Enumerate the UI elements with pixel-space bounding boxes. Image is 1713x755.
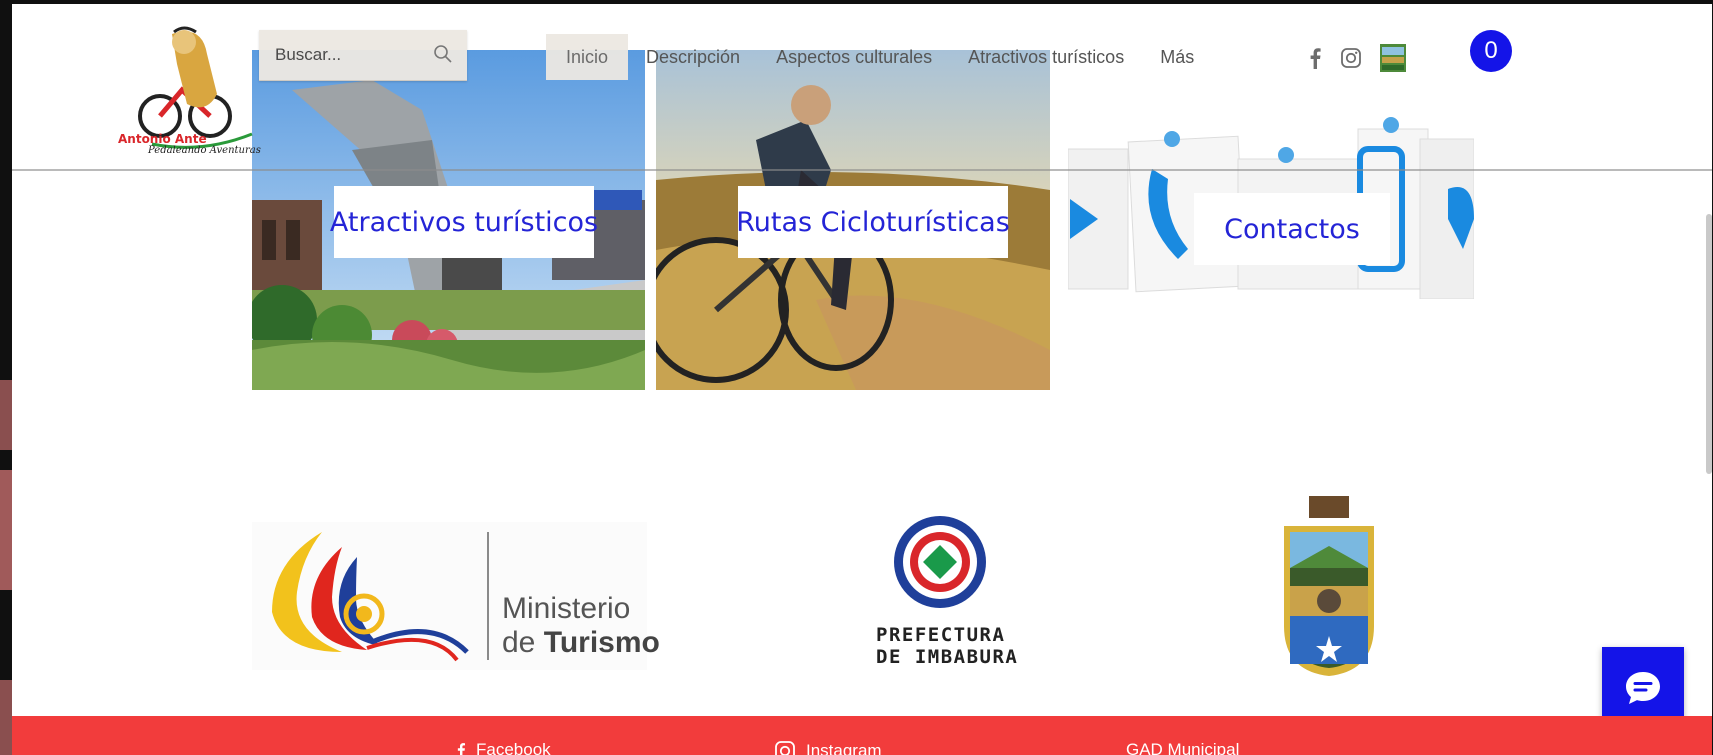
footer-link-gad-municipal[interactable]: GAD Municipal — [1126, 740, 1239, 755]
footer-link-facebook[interactable]: Facebook — [456, 740, 551, 755]
instagram-icon[interactable] — [1340, 47, 1362, 69]
ministerio-line2-bold: Turismo — [543, 626, 660, 659]
logo-tagline: Pedaleando Aventuras — [148, 145, 261, 156]
search-icon[interactable] — [433, 44, 453, 64]
prefectura-imbabura-logo[interactable]: PREFECTURA DE IMBABURA — [860, 512, 1020, 668]
footer-link-label: GAD Municipal — [1126, 740, 1240, 755]
cart-count-badge[interactable]: 0 — [1470, 30, 1512, 72]
header-divider — [12, 169, 1712, 171]
ministerio-line2-prefix: de — [502, 626, 536, 659]
main-navigation: Inicio Descripción Aspectos culturales A… — [546, 34, 1212, 80]
search-box[interactable] — [259, 30, 467, 81]
ministerio-turismo-logo[interactable]: Ministerio de Turismo — [252, 522, 660, 670]
facebook-icon[interactable] — [1308, 47, 1322, 69]
background-edge — [0, 470, 12, 590]
ministerio-line2: de Turismo — [502, 626, 660, 660]
nav-item-descripcion[interactable]: Descripción — [628, 34, 758, 80]
prefectura-line1: PREFECTURA — [876, 624, 1006, 646]
nav-item-aspectos-culturales[interactable]: Aspectos culturales — [758, 34, 950, 80]
card-atractivos-turisticos[interactable]: Atractivos turísticos — [252, 50, 645, 390]
nav-item-atractivos-turisticos[interactable]: Atractivos turísticos — [950, 34, 1142, 80]
logo-title: Antonio Ante — [118, 132, 207, 146]
card-label[interactable]: Contactos — [1194, 193, 1390, 265]
facebook-icon — [457, 743, 465, 755]
card-label[interactable]: Rutas Cicloturísticas — [736, 186, 1010, 258]
browser-page: Atractivos turísticos Rutas Cicloturísti… — [12, 4, 1712, 755]
footer: Facebook Instagram GAD Municipal — [12, 716, 1712, 755]
nav-item-mas[interactable]: Más — [1142, 34, 1212, 80]
footer-link-instagram[interactable]: Instagram — [774, 740, 882, 755]
footer-link-label: Facebook — [476, 740, 551, 755]
coat-of-arms-icon — [1284, 496, 1374, 676]
instagram-icon — [775, 741, 795, 755]
footer-link-label: Instagram — [806, 741, 882, 755]
social-bar — [1308, 44, 1406, 72]
chat-bubble-icon — [1626, 672, 1660, 704]
card-rutas-cicloturisticas[interactable]: Rutas Cicloturísticas — [656, 50, 1050, 390]
search-input[interactable] — [273, 44, 427, 66]
card-contactos[interactable]: Contactos — [1068, 109, 1474, 299]
site-logo[interactable]: Antonio Ante Pedaleando Aventuras — [112, 24, 262, 164]
background-edge — [0, 380, 12, 450]
prefectura-emblem — [894, 516, 986, 608]
card-label[interactable]: Atractivos turísticos — [330, 186, 598, 258]
ministerio-line1: Ministerio — [502, 592, 631, 625]
site-thumbnail-icon[interactable] — [1380, 44, 1406, 72]
background-edge — [0, 680, 12, 755]
gad-municipal-coat-of-arms[interactable] — [1274, 496, 1384, 681]
page-scrollbar[interactable] — [1706, 214, 1712, 474]
nav-item-inicio[interactable]: Inicio — [546, 34, 629, 80]
prefectura-line2: DE IMBABURA — [876, 646, 1019, 668]
